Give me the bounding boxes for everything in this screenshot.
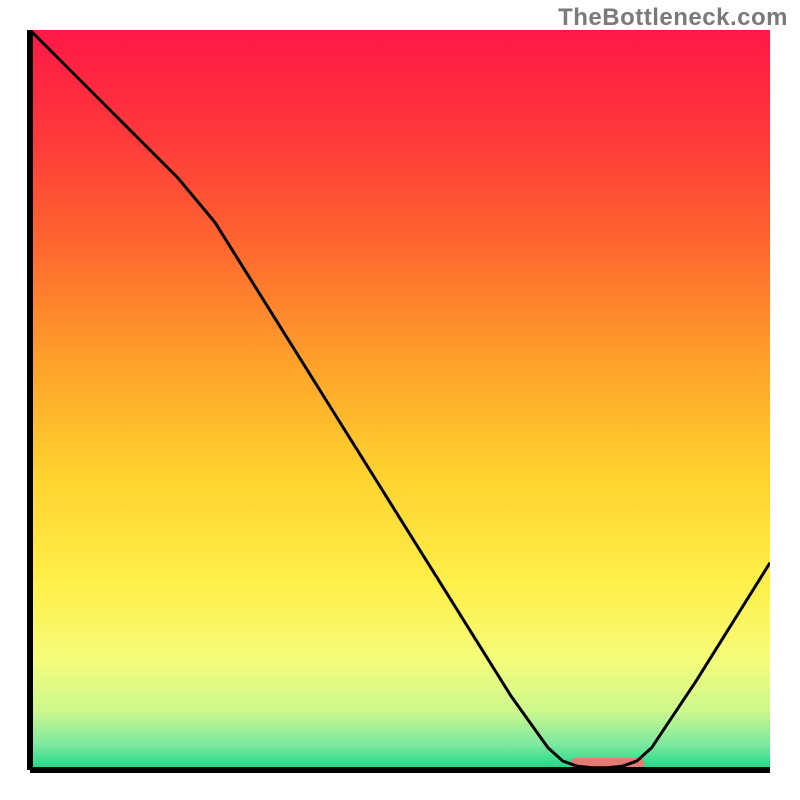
chart-container: TheBottleneck.com <box>0 0 800 800</box>
bottleneck-chart <box>0 0 800 800</box>
attribution-text: TheBottleneck.com <box>558 4 788 32</box>
